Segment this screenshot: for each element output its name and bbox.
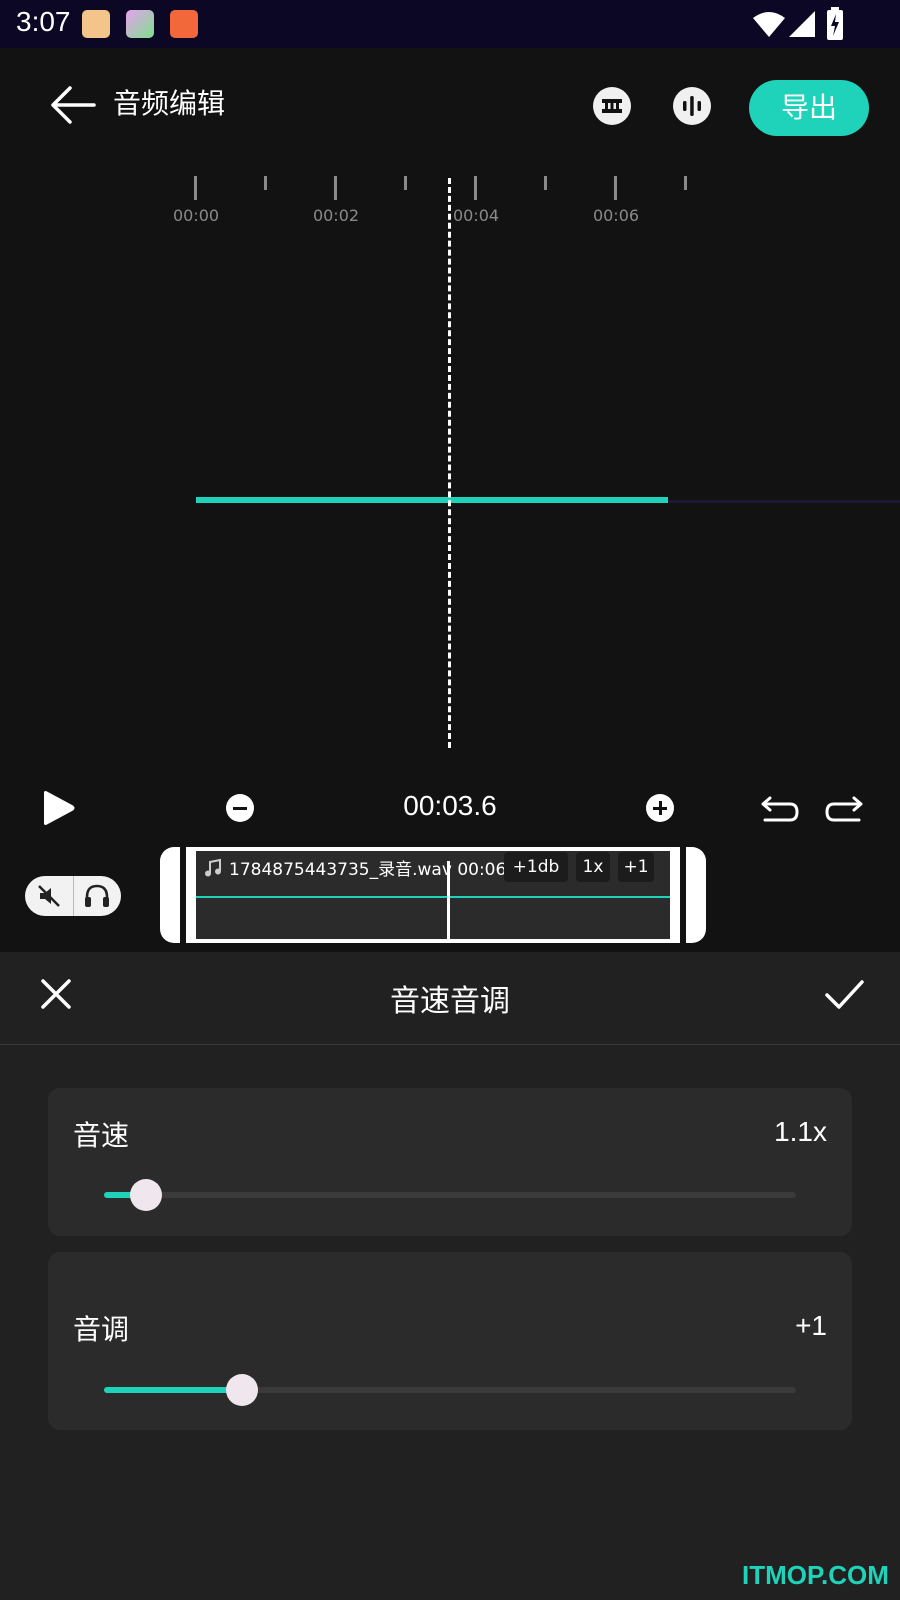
pitch-value: +1 bbox=[795, 1310, 827, 1341]
track-controls bbox=[25, 876, 121, 916]
divider bbox=[73, 876, 74, 916]
notification-app-icon bbox=[82, 10, 110, 38]
clip-trim-handle-left[interactable] bbox=[180, 847, 186, 943]
panel-header: 音速音调 bbox=[0, 952, 900, 1045]
clip-name: 1784875443735_录音.wav bbox=[229, 860, 452, 880]
export-button[interactable]: 导出 bbox=[749, 80, 869, 136]
back-arrow-icon[interactable] bbox=[48, 80, 98, 130]
watermark: ITMOP.COM bbox=[742, 1560, 889, 1590]
clip-trim-handle-right[interactable] bbox=[680, 847, 686, 943]
pitch-label: 音调 bbox=[73, 1313, 130, 1346]
zoom-out-button[interactable] bbox=[226, 794, 254, 822]
ruler-tick bbox=[334, 176, 337, 200]
wifi-icon bbox=[753, 12, 785, 37]
status-bar: 3:07 bbox=[0, 0, 900, 48]
ruler-tick bbox=[474, 176, 477, 200]
denoise-button[interactable] bbox=[593, 87, 631, 125]
pitch-card: 音调 +1 bbox=[48, 1252, 852, 1430]
ruler-tick bbox=[544, 176, 547, 190]
speed-value: 1.1x bbox=[774, 1116, 827, 1147]
play-icon[interactable] bbox=[40, 790, 76, 826]
speed-card: 音速 1.1x bbox=[48, 1088, 852, 1236]
page-title: 音频编辑 bbox=[113, 87, 226, 120]
ruler-label: 00:06 bbox=[592, 206, 640, 225]
speed-slider[interactable] bbox=[104, 1179, 796, 1211]
music-note-icon bbox=[205, 858, 221, 877]
pitch-slider-thumb[interactable] bbox=[226, 1374, 259, 1406]
speed-pitch-panel: 音速音调 音速 1.1x 音调 +1 bbox=[0, 952, 900, 1600]
notification-app-icon bbox=[170, 10, 198, 38]
clip-pitch-chip: +1 bbox=[618, 852, 654, 882]
clip-filename: 1784875443735_录音.wav 00:06 bbox=[229, 855, 506, 880]
clip-volume-chip: +1db bbox=[504, 852, 568, 882]
clip-duration: 00:06 bbox=[457, 860, 507, 880]
battery-charging-icon bbox=[827, 7, 843, 40]
ruler-label: 00:02 bbox=[312, 206, 360, 225]
headphones-icon[interactable] bbox=[83, 883, 111, 909]
pitch-slider[interactable] bbox=[104, 1374, 796, 1406]
ruler-tick bbox=[614, 176, 617, 200]
pitch-slider-fill bbox=[104, 1387, 243, 1393]
clip-speed-chip: 1x bbox=[576, 852, 610, 882]
ruler-tick bbox=[194, 176, 197, 200]
clip-waveform bbox=[196, 896, 670, 898]
panel-title: 音速音调 bbox=[390, 984, 510, 1019]
ruler-tick bbox=[404, 176, 407, 190]
notification-app-icon bbox=[126, 10, 154, 38]
undo-icon[interactable] bbox=[760, 794, 800, 824]
mute-icon[interactable] bbox=[37, 884, 61, 908]
audio-effect-button[interactable] bbox=[673, 87, 711, 125]
zoom-in-button[interactable] bbox=[646, 794, 674, 822]
ruler-label: 00:00 bbox=[172, 206, 220, 225]
ruler-tick bbox=[264, 176, 267, 190]
audio-filter-icon bbox=[602, 99, 622, 113]
status-time: 3:07 bbox=[16, 6, 71, 37]
signal-icon bbox=[789, 11, 815, 37]
audio-waveform[interactable] bbox=[196, 497, 668, 503]
playhead-line[interactable] bbox=[448, 178, 451, 748]
speed-label: 音速 bbox=[73, 1119, 130, 1152]
current-time: 00:03.6 bbox=[403, 790, 497, 821]
confirm-check-icon[interactable] bbox=[822, 974, 866, 1014]
sound-wave-icon bbox=[683, 96, 701, 116]
speed-slider-thumb[interactable] bbox=[129, 1179, 162, 1211]
redo-icon[interactable] bbox=[824, 794, 864, 824]
empty-track-line bbox=[668, 500, 900, 503]
ruler-tick bbox=[684, 176, 687, 190]
